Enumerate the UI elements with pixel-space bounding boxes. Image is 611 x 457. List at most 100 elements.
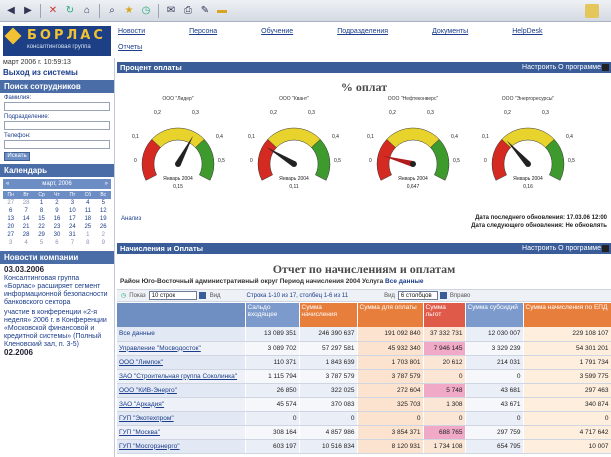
column-header[interactable]: Сумма субсидий bbox=[465, 303, 524, 327]
row-name[interactable]: Все данные bbox=[117, 327, 246, 342]
calendar-day[interactable]: 4 bbox=[18, 239, 33, 247]
favorites-icon[interactable]: ★ bbox=[122, 4, 136, 18]
pager-refresh-icon[interactable]: ◷ bbox=[121, 292, 126, 299]
row-name[interactable]: ГУП "Экотехпром" bbox=[117, 411, 246, 426]
home-icon[interactable]: ⌂ bbox=[80, 4, 94, 18]
calendar-day[interactable]: 27 bbox=[3, 231, 18, 239]
calendar-day[interactable]: 2 bbox=[96, 231, 111, 239]
table-row[interactable]: ООО "КИВ-Энерго" 26 850 322 025 272 604 5 74… bbox=[117, 383, 611, 398]
dropdown-arrow-icon[interactable] bbox=[198, 292, 206, 299]
company-logo[interactable]: БОРЛАС консалтинговая группа bbox=[3, 26, 111, 56]
row-name[interactable]: ГУП "Мосгорэнерго" bbox=[117, 439, 246, 454]
calendar-day[interactable]: 3 bbox=[3, 239, 18, 247]
calendar-day[interactable]: 6 bbox=[49, 239, 64, 247]
table-row[interactable]: ГУП "Москва" 308 164 4 857 986 3 854 371 688… bbox=[117, 425, 611, 440]
column-header[interactable]: Сумма начисления по ЕПД bbox=[523, 303, 611, 327]
table-row[interactable]: Все данные 13 089 351 246 390 637 191 092 8… bbox=[117, 327, 611, 342]
search-icon[interactable]: ⌕ bbox=[105, 4, 119, 18]
edit-icon[interactable]: ✎ bbox=[198, 4, 212, 18]
table-row[interactable]: ЗАО "Строительная группа Соколинка" 1 115… bbox=[117, 369, 611, 384]
news-item[interactable]: участие в конференции «2-я неделя» 2006 … bbox=[4, 309, 110, 349]
folder-icon[interactable]: ▬ bbox=[215, 4, 229, 18]
table-row[interactable]: ООО "Лимпок" 110 371 1 843 639 1 703 801 20 … bbox=[117, 355, 611, 370]
row-name[interactable]: Управление "Мосводосток" bbox=[117, 341, 246, 356]
table-row[interactable]: ГУП "Экотехпром" 0 0 0 0 0 0 bbox=[117, 411, 611, 426]
calendar-day[interactable]: 5 bbox=[96, 199, 111, 207]
calendar-day[interactable]: 12 bbox=[96, 207, 111, 215]
calendar-day[interactable]: 5 bbox=[34, 239, 49, 247]
mail-icon[interactable]: ✉ bbox=[164, 4, 178, 18]
nav-documents[interactable]: Документы bbox=[432, 28, 468, 35]
calendar-day[interactable]: 7 bbox=[18, 207, 33, 215]
calendar-day[interactable]: 9 bbox=[49, 207, 64, 215]
calendar-day[interactable]: 16 bbox=[49, 215, 64, 223]
analysis-link[interactable]: Анализ bbox=[121, 216, 141, 222]
calendar-day[interactable]: 8 bbox=[80, 239, 95, 247]
nav-departments[interactable]: Подразделения bbox=[337, 28, 388, 35]
filter-value[interactable]: Все данные bbox=[385, 278, 424, 285]
calendar-day[interactable]: 24 bbox=[65, 223, 80, 231]
nav-helpdesk[interactable]: HelpDesk bbox=[512, 28, 542, 35]
calendar-day[interactable]: 14 bbox=[18, 215, 33, 223]
table-row[interactable]: ГУП "Мосгорэнерго" 603 197 10 516 834 8 120… bbox=[117, 439, 611, 454]
calendar-day[interactable]: 6 bbox=[3, 207, 18, 215]
calendar-day[interactable]: 3 bbox=[65, 199, 80, 207]
calendar-day[interactable]: 28 bbox=[18, 199, 33, 207]
pager-right-label[interactable]: Вправо bbox=[450, 293, 470, 299]
calendar-day[interactable]: 21 bbox=[18, 223, 33, 231]
panel-close-icon[interactable] bbox=[602, 245, 609, 252]
calendar-day[interactable]: 4 bbox=[80, 199, 95, 207]
stop-icon[interactable]: ✕ bbox=[46, 4, 60, 18]
row-name[interactable]: ЗАО "Аркадия" bbox=[117, 397, 246, 412]
search-lastname-input[interactable] bbox=[4, 102, 110, 111]
news-item[interactable]: Консалтинговая группа «Борлас» расширяет… bbox=[4, 275, 110, 307]
print-icon[interactable]: ⎙ bbox=[181, 4, 195, 18]
columns-select[interactable]: 6 столбцов bbox=[397, 291, 438, 300]
calendar-day[interactable]: 26 bbox=[96, 223, 111, 231]
search-department-input[interactable] bbox=[4, 121, 110, 130]
calendar-day[interactable]: 29 bbox=[34, 231, 49, 239]
calendar-day[interactable]: 31 bbox=[65, 231, 80, 239]
calendar-day[interactable]: 2 bbox=[49, 199, 64, 207]
back-icon[interactable]: ◀ bbox=[4, 4, 18, 18]
row-name[interactable]: ЗАО "Строительная группа Соколинка" bbox=[117, 369, 246, 384]
dropdown-arrow-icon[interactable] bbox=[439, 292, 447, 299]
calendar-day[interactable]: 15 bbox=[34, 215, 49, 223]
calendar-day[interactable]: 19 bbox=[96, 215, 111, 223]
calendar-day[interactable]: 27 bbox=[3, 199, 18, 207]
column-header[interactable]: Сумма льгот bbox=[423, 303, 466, 327]
panel-settings-link[interactable]: Настроить О программе bbox=[522, 245, 601, 252]
calendar-day[interactable]: 23 bbox=[49, 223, 64, 231]
calendar-day[interactable]: 7 bbox=[65, 239, 80, 247]
panel-settings-link[interactable]: Настроить О программе bbox=[522, 64, 601, 71]
calendar-day[interactable]: 9 bbox=[96, 239, 111, 247]
nav-news[interactable]: Новости bbox=[118, 28, 145, 35]
calendar-next-icon[interactable]: » bbox=[105, 181, 108, 187]
search-button[interactable]: Искать bbox=[4, 152, 30, 161]
history-icon[interactable]: ◷ bbox=[139, 4, 153, 18]
column-header[interactable]: Сальдо входящее bbox=[245, 303, 300, 327]
logout-link[interactable]: Выход из системы bbox=[0, 67, 114, 78]
forward-icon[interactable]: ▶ bbox=[21, 4, 35, 18]
calendar-day[interactable]: 1 bbox=[34, 199, 49, 207]
calendar-prev-icon[interactable]: « bbox=[6, 181, 9, 187]
nav-training[interactable]: Обучение bbox=[261, 28, 293, 35]
calendar-day[interactable]: 30 bbox=[49, 231, 64, 239]
table-row[interactable]: Управление "Мосводосток" 3 089 702 57 297 … bbox=[117, 341, 611, 356]
row-name[interactable]: ООО "КИВ-Энерго" bbox=[117, 383, 246, 398]
calendar-day[interactable]: 10 bbox=[65, 207, 80, 215]
calendar-day[interactable]: 8 bbox=[34, 207, 49, 215]
rows-per-page-select[interactable]: 10 строк bbox=[148, 291, 197, 300]
nav-reports[interactable]: Отчеты bbox=[118, 44, 142, 51]
calendar-day[interactable]: 17 bbox=[65, 215, 80, 223]
table-row[interactable]: ЗАО "Аркадия" 45 574 370 083 325 703 1 308 43… bbox=[117, 397, 611, 412]
panel-close-icon[interactable] bbox=[602, 64, 609, 71]
column-header[interactable]: Сумма начисления bbox=[299, 303, 358, 327]
calendar-day[interactable]: 25 bbox=[80, 223, 95, 231]
calendar-day[interactable]: 1 bbox=[80, 231, 95, 239]
calendar-day[interactable]: 18 bbox=[80, 215, 95, 223]
refresh-icon[interactable]: ↻ bbox=[63, 4, 77, 18]
row-name[interactable]: ГУП "Москва" bbox=[117, 425, 246, 440]
calendar-day[interactable]: 11 bbox=[80, 207, 95, 215]
calendar-day[interactable]: 22 bbox=[34, 223, 49, 231]
